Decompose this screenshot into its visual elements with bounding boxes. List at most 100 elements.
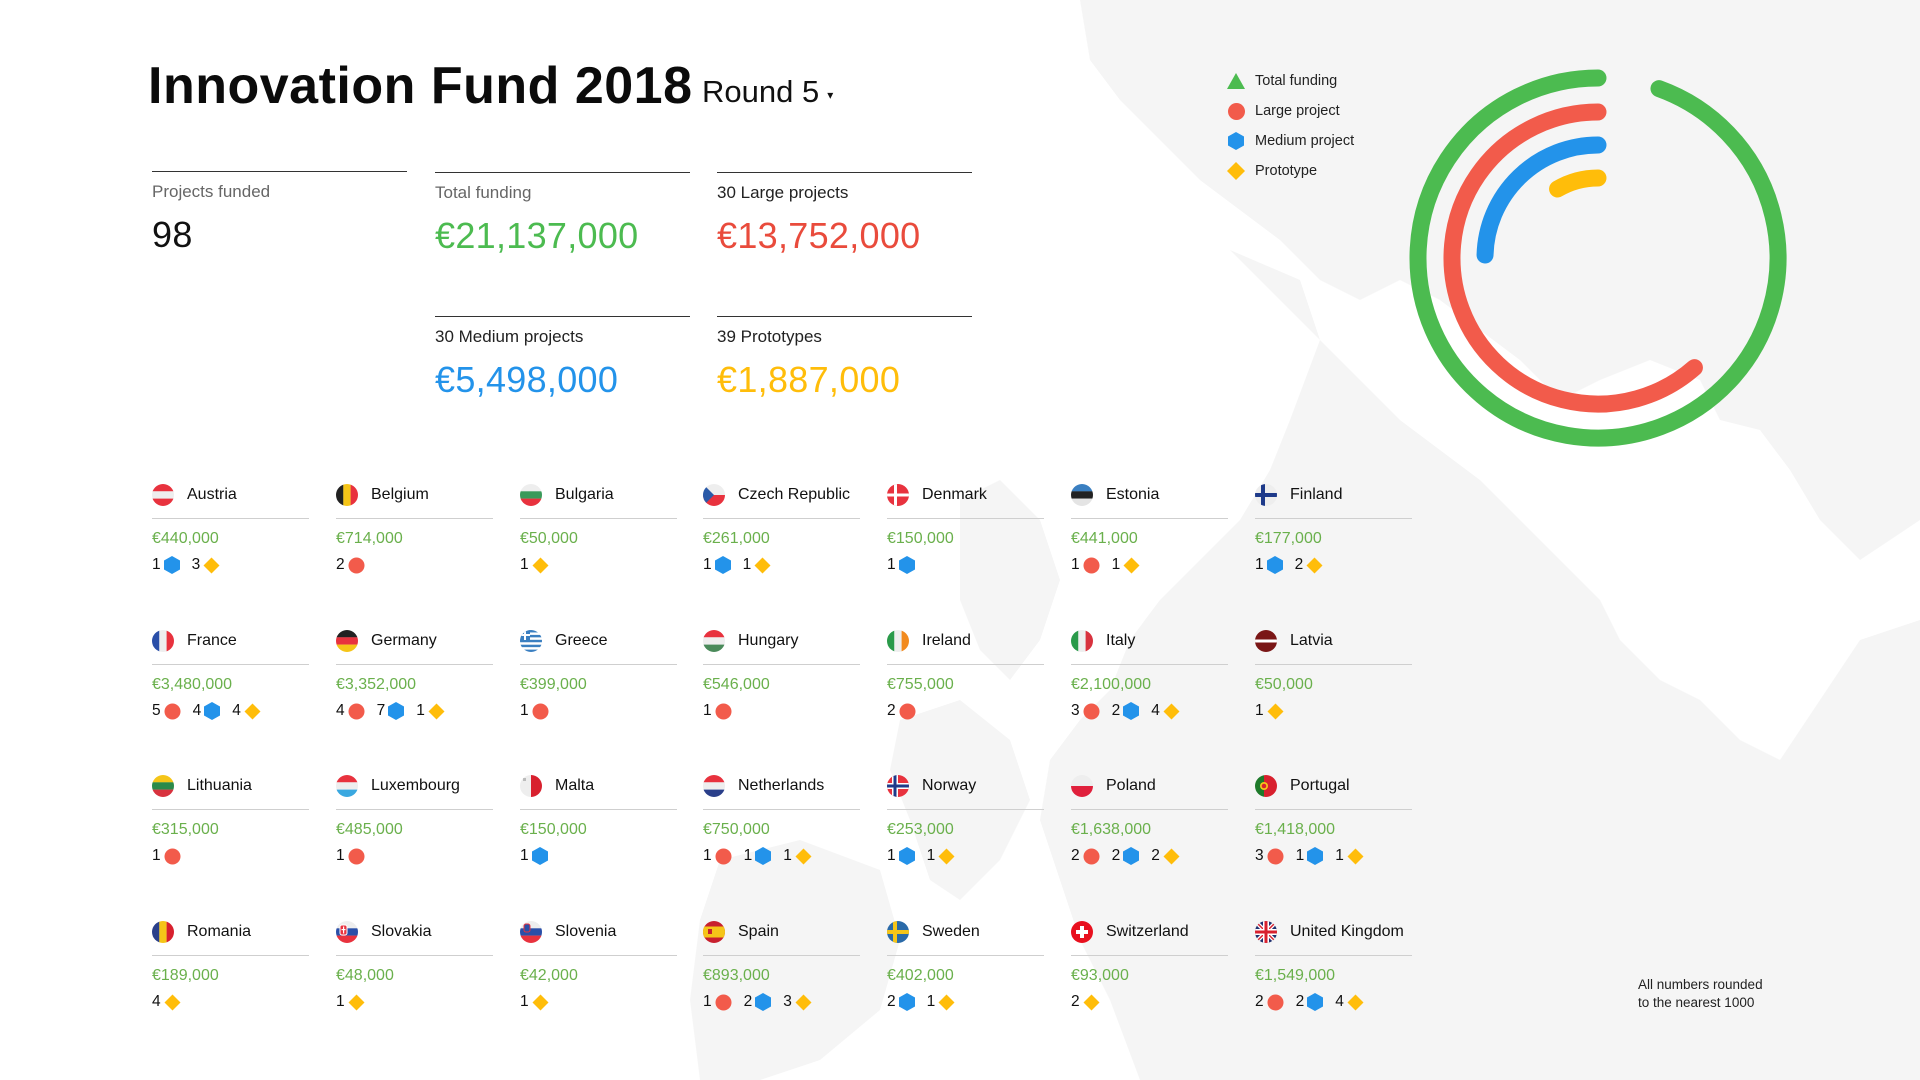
chart-legend: Total funding Large project Medium proje…	[1226, 66, 1354, 186]
stat-label: 39 Prototypes	[717, 327, 822, 346]
country-funding-amount: €1,549,000	[1255, 967, 1336, 984]
flag-lu-icon	[336, 775, 358, 797]
flag-pl-icon	[1071, 775, 1093, 797]
country-header: Czech Republic	[703, 480, 860, 519]
diamond-icon	[244, 703, 261, 720]
circle-icon	[348, 848, 365, 865]
legend-item-large: Large project	[1226, 96, 1354, 126]
country-name: Czech Republic	[738, 486, 851, 503]
project-count-prototype: 2	[1151, 847, 1180, 865]
country-header: Denmark	[887, 480, 1044, 519]
count-number: 1	[926, 993, 936, 1010]
round-selector-dropdown[interactable]: Round 5 ▾	[702, 74, 833, 110]
project-count-prototype: 4	[232, 702, 261, 720]
count-number: 2	[1255, 993, 1264, 1010]
project-count-prototype: 1	[743, 556, 772, 574]
country-funding-amount: €3,352,000	[336, 676, 417, 693]
diamond-icon	[795, 994, 812, 1011]
diamond-icon	[1123, 557, 1140, 574]
project-count-large: 2	[336, 556, 365, 574]
flag-si-icon	[520, 921, 542, 943]
project-count-prototype: 1	[1335, 847, 1364, 865]
flag-lv-icon	[1255, 630, 1277, 652]
country-name: Germany	[371, 632, 437, 649]
hexagon-icon	[1123, 847, 1140, 865]
count-number: 3	[1071, 702, 1080, 719]
country-name: Spain	[738, 923, 779, 940]
project-count-medium: 2	[744, 993, 772, 1011]
country-funding-amount: €315,000	[152, 821, 219, 838]
footnote-line: All numbers rounded	[1638, 977, 1763, 992]
country-card: Denmark €150,000 1	[887, 480, 1044, 574]
country-header: Germany	[336, 626, 493, 665]
project-count-prototype: 4	[1151, 702, 1180, 720]
legend-item-total: Total funding	[1226, 66, 1354, 96]
country-card: France €3,480,000 5 4 4	[152, 626, 309, 720]
project-count-large: 1	[703, 702, 732, 720]
stat-value: €5,498,000	[435, 359, 619, 400]
country-funding-amount: €1,418,000	[1255, 821, 1336, 838]
project-count-medium: 2	[1112, 847, 1140, 865]
count-number: 1	[1255, 556, 1264, 573]
flag-fi-icon	[1255, 484, 1277, 506]
country-header: Italy	[1071, 626, 1228, 665]
country-funding-amount: €3,480,000	[152, 676, 233, 693]
country-header: Norway	[887, 771, 1044, 810]
diamond-icon	[532, 557, 549, 574]
stat-large-projects: 30 Large projects €13,752,000	[717, 172, 972, 257]
project-counts: 11	[887, 847, 1044, 865]
country-header: Austria	[152, 480, 309, 519]
count-number: 4	[336, 702, 345, 719]
project-counts: 21	[887, 993, 1044, 1011]
country-card: Belgium €714,000 2	[336, 480, 493, 574]
project-counts: 2	[887, 702, 1044, 720]
country-name: Denmark	[922, 486, 987, 503]
hexagon-icon	[1266, 556, 1283, 574]
count-number: 1	[1071, 556, 1080, 573]
project-counts: 11	[1071, 556, 1228, 574]
flag-ie-icon	[887, 630, 909, 652]
hexagon-icon	[898, 556, 915, 574]
stat-value: €21,137,000	[435, 215, 639, 256]
country-funding-amount: €2,100,000	[1071, 676, 1152, 693]
country-name: Luxembourg	[371, 777, 460, 794]
country-header: Spain	[703, 917, 860, 956]
project-counts: 4 7 1	[336, 702, 493, 720]
circle-icon	[715, 994, 732, 1011]
project-count-large: 2	[1255, 993, 1284, 1011]
flag-bg-icon	[520, 484, 542, 506]
hexagon-icon	[388, 702, 405, 720]
project-counts: 1	[703, 702, 860, 720]
diamond-icon	[1226, 161, 1246, 181]
count-number: 1	[742, 556, 752, 573]
country-header: Hungary	[703, 626, 860, 665]
project-counts: 1	[152, 847, 309, 865]
country-funding-amount: €177,000	[1255, 530, 1322, 547]
country-funding-amount: €441,000	[1071, 530, 1138, 547]
stat-label: Projects funded	[152, 182, 271, 201]
country-card: Luxembourg €485,000 1	[336, 771, 493, 865]
country-header: Netherlands	[703, 771, 860, 810]
circle-icon	[164, 703, 181, 720]
country-funding-amount: €50,000	[1255, 676, 1313, 693]
diamond-icon	[795, 848, 812, 865]
hexagon-icon	[714, 556, 731, 574]
country-card: Netherlands €750,000 1 1 1	[703, 771, 860, 865]
country-name: Switzerland	[1106, 923, 1189, 940]
count-number: 4	[1335, 993, 1344, 1010]
flag-sk-icon	[336, 921, 358, 943]
count-number: 1	[887, 847, 896, 864]
legend-label: Large project	[1255, 103, 1340, 119]
project-counts: 1 2 3	[703, 993, 860, 1011]
country-header: Luxembourg	[336, 771, 493, 810]
country-name: Ireland	[922, 632, 971, 649]
count-number: 1	[520, 847, 529, 864]
country-funding-amount: €189,000	[152, 967, 219, 984]
count-number: 1	[703, 556, 712, 573]
diamond-icon	[1163, 848, 1180, 865]
project-count-prototype: 1	[783, 847, 812, 865]
project-count-medium: 1	[520, 847, 548, 865]
legend-item-prototype: Prototype	[1226, 156, 1354, 186]
country-header: Latvia	[1255, 626, 1412, 665]
country-card: Germany €3,352,000 4 7 1	[336, 626, 493, 720]
